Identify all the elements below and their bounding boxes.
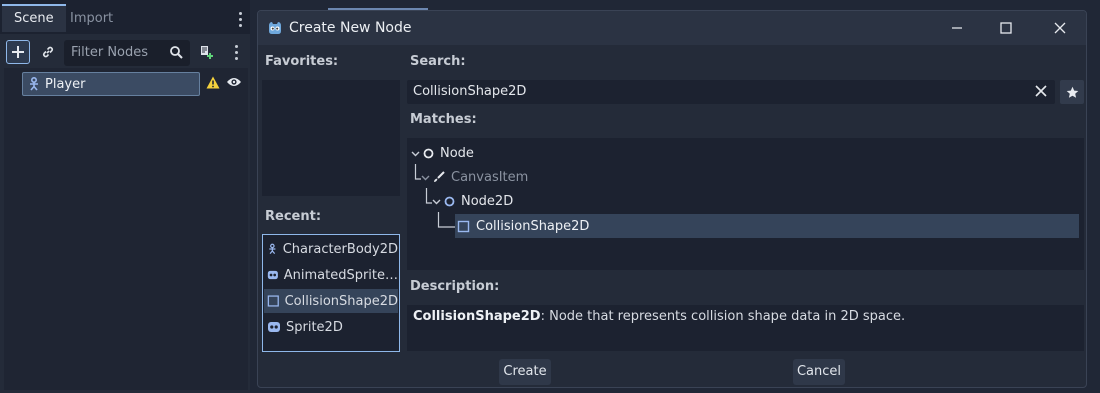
dock-tab-bar: Scene Import <box>0 0 250 34</box>
link-icon <box>43 46 53 58</box>
dialog-title: Create New Node <box>289 20 412 36</box>
scene-tree: Player <box>4 68 248 390</box>
clear-search-icon[interactable] <box>1035 85 1047 97</box>
dialog-titlebar[interactable]: Create New Node <box>258 11 1086 45</box>
maximize-button[interactable] <box>996 19 1016 37</box>
script-add-icon <box>201 46 213 59</box>
minimize-button[interactable] <box>947 19 967 37</box>
filter-search-button[interactable] <box>164 40 188 64</box>
scene-menu-icon[interactable] <box>224 40 248 64</box>
maximize-icon <box>1000 22 1012 34</box>
create-node-dialog: Create New Node Favorites: Recent: Chara… <box>257 10 1087 388</box>
description-text: : Node that represents collision shape d… <box>540 309 906 324</box>
scene-toolbar: Filter Nodes <box>0 36 250 66</box>
warning-icon[interactable] <box>206 76 220 89</box>
chevron-down-icon[interactable] <box>421 173 430 182</box>
favorites-label: Favorites: <box>265 54 339 69</box>
collision-shape-icon <box>267 295 279 307</box>
close-icon <box>1054 22 1066 34</box>
match-item-label: CollisionShape2D <box>476 218 590 234</box>
chevron-down-icon[interactable] <box>432 197 441 206</box>
matches-label: Matches: <box>410 112 477 127</box>
recent-item-label: AnimatedSprite… <box>283 267 398 283</box>
recent-item-label: CollisionShape2D <box>284 293 398 309</box>
cancel-button[interactable]: Cancel <box>793 359 845 385</box>
dock-menu-icon[interactable] <box>238 12 242 27</box>
animated-sprite-icon <box>267 270 278 280</box>
match-item-label: CanvasItem <box>451 169 529 185</box>
add-node-button[interactable] <box>6 40 30 64</box>
search-input-value: CollisionShape2D <box>413 84 527 99</box>
plus-icon <box>12 46 24 58</box>
search-label: Search: <box>410 54 466 69</box>
minimize-icon <box>952 27 962 29</box>
search-input[interactable]: CollisionShape2D <box>407 80 1055 104</box>
match-item-node[interactable]: Node <box>411 142 474 164</box>
attach-script-button[interactable] <box>194 40 218 64</box>
tab-scene[interactable]: Scene <box>2 4 66 32</box>
node-circle-icon <box>423 148 434 158</box>
create-button[interactable]: Create <box>499 359 551 385</box>
matches-tree: Node CanvasItem Node2D CollisionShape2D <box>407 138 1084 270</box>
match-item-node2d[interactable]: Node2D <box>432 190 513 212</box>
description-node-name: CollisionShape2D <box>413 309 541 324</box>
star-icon <box>1066 86 1078 98</box>
description-panel: CollisionShape2D: Node that represents c… <box>407 305 1084 351</box>
match-item-collisionshape2d[interactable]: CollisionShape2D <box>457 215 589 237</box>
brush-icon <box>434 171 445 182</box>
godot-logo-icon <box>269 22 281 34</box>
recent-item-sprite2d[interactable]: Sprite2D <box>264 315 398 339</box>
instance-scene-button[interactable] <box>36 40 60 64</box>
tab-import[interactable]: Import <box>58 6 125 32</box>
collision-shape-icon <box>457 220 470 232</box>
match-item-label: Node <box>440 145 474 161</box>
description-label: Description: <box>410 279 500 294</box>
recent-list: CharacterBody2D AnimatedSprite… Collisio… <box>262 234 400 352</box>
character-body-icon <box>30 77 38 91</box>
character-body-icon <box>269 243 276 254</box>
sprite-icon <box>268 322 280 332</box>
recent-item-collisionshape2d[interactable]: CollisionShape2D <box>264 289 398 313</box>
close-dialog-button[interactable] <box>1050 19 1070 37</box>
favorites-list[interactable] <box>262 80 400 196</box>
favorite-toggle-button[interactable] <box>1060 80 1084 104</box>
tree-item-label: Player <box>45 76 86 92</box>
node2d-circle-icon <box>444 196 455 206</box>
match-item-label: Node2D <box>461 193 514 209</box>
recent-item-label: Sprite2D <box>286 319 343 335</box>
recent-label: Recent: <box>265 209 322 224</box>
scene-dock: Scene Import Filter Nodes Player <box>0 0 250 393</box>
recent-item-label: CharacterBody2D <box>282 241 398 257</box>
search-icon <box>170 46 183 59</box>
tree-item-player[interactable]: Player <box>22 72 200 96</box>
recent-item-characterbody2d[interactable]: CharacterBody2D <box>264 237 398 261</box>
recent-item-animatedsprite[interactable]: AnimatedSprite… <box>264 263 398 287</box>
visibility-eye-icon[interactable] <box>226 76 242 88</box>
match-item-canvasitem[interactable]: CanvasItem <box>421 166 528 188</box>
chevron-down-icon[interactable] <box>411 149 420 158</box>
